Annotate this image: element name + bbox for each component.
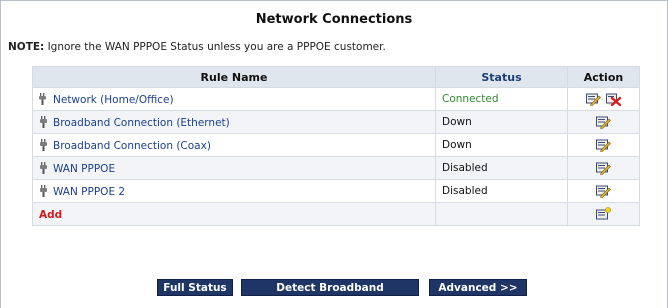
rule-status: Connected bbox=[435, 87, 568, 111]
action-cell bbox=[567, 110, 640, 134]
note-text: NOTE: Ignore the WAN PPPOE Status unless… bbox=[8, 41, 386, 53]
edit-icon[interactable] bbox=[596, 138, 611, 152]
column-header-rule-name: Rule Name bbox=[32, 66, 436, 88]
delete-icon[interactable] bbox=[606, 92, 622, 106]
table-header-row: Rule Name Status Action bbox=[32, 66, 640, 88]
column-header-action: Action bbox=[567, 66, 640, 88]
table-row: WAN PPPOE 2 Disabled bbox=[32, 179, 640, 203]
action-cell bbox=[567, 202, 640, 226]
rule-status: Disabled bbox=[435, 156, 568, 180]
rule-name-cell: WAN PPPOE 2 bbox=[32, 179, 436, 203]
add-row: Add bbox=[32, 202, 640, 226]
add-icon[interactable] bbox=[596, 207, 611, 221]
button-bar: Full Status Detect Broadband Connection … bbox=[0, 279, 668, 308]
rule-link-wan-pppoe[interactable]: WAN PPPOE bbox=[53, 163, 115, 175]
edit-icon[interactable] bbox=[585, 92, 601, 106]
detect-broadband-button[interactable]: Detect Broadband Connection bbox=[241, 279, 419, 308]
table-row: Network (Home/Office) Connected bbox=[32, 87, 640, 111]
advanced-button[interactable]: Advanced >> bbox=[429, 279, 527, 296]
rule-link-wan-pppoe-2[interactable]: WAN PPPOE 2 bbox=[53, 186, 125, 198]
edit-icon[interactable] bbox=[596, 184, 611, 198]
rule-status: Down bbox=[435, 110, 568, 134]
column-header-status: Status bbox=[435, 66, 568, 88]
note-label: NOTE: bbox=[8, 41, 45, 53]
rule-link-broadband-coax[interactable]: Broadband Connection (Coax) bbox=[53, 140, 211, 152]
edit-icon[interactable] bbox=[596, 115, 611, 129]
table-row: Broadband Connection (Ethernet) Down bbox=[32, 110, 640, 134]
rules-table: Rule Name Status Action Network (Home/Of… bbox=[32, 66, 640, 226]
page-title: Network Connections bbox=[255, 12, 413, 27]
rule-status: Down bbox=[435, 133, 568, 157]
empty-status-cell bbox=[435, 202, 568, 226]
rule-name-cell: WAN PPPOE bbox=[32, 156, 436, 180]
rule-status: Disabled bbox=[435, 179, 568, 203]
full-status-button[interactable]: Full Status bbox=[157, 279, 233, 296]
network-plug-icon bbox=[40, 115, 47, 128]
rule-name-cell: Broadband Connection (Coax) bbox=[32, 133, 436, 157]
note-message: Ignore the WAN PPPOE Status unless you a… bbox=[44, 41, 386, 53]
network-plug-icon bbox=[40, 161, 47, 174]
add-cell: Add bbox=[32, 202, 436, 226]
rule-link-network-home-office[interactable]: Network (Home/Office) bbox=[53, 94, 174, 106]
rule-link-broadband-ethernet[interactable]: Broadband Connection (Ethernet) bbox=[53, 117, 230, 129]
action-cell bbox=[567, 133, 640, 157]
network-plug-icon bbox=[39, 92, 46, 105]
rule-name-cell: Broadband Connection (Ethernet) bbox=[32, 110, 436, 134]
add-link[interactable]: Add bbox=[39, 209, 62, 221]
action-cell bbox=[567, 179, 640, 203]
rule-name-cell: Network (Home/Office) bbox=[32, 87, 436, 111]
network-plug-icon bbox=[40, 184, 47, 197]
edit-icon[interactable] bbox=[596, 161, 611, 175]
network-plug-icon bbox=[40, 138, 47, 151]
table-row: Broadband Connection (Coax) Down bbox=[32, 133, 640, 157]
action-cell bbox=[567, 156, 640, 180]
action-cell bbox=[567, 87, 640, 111]
table-row: WAN PPPOE Disabled bbox=[32, 156, 640, 180]
